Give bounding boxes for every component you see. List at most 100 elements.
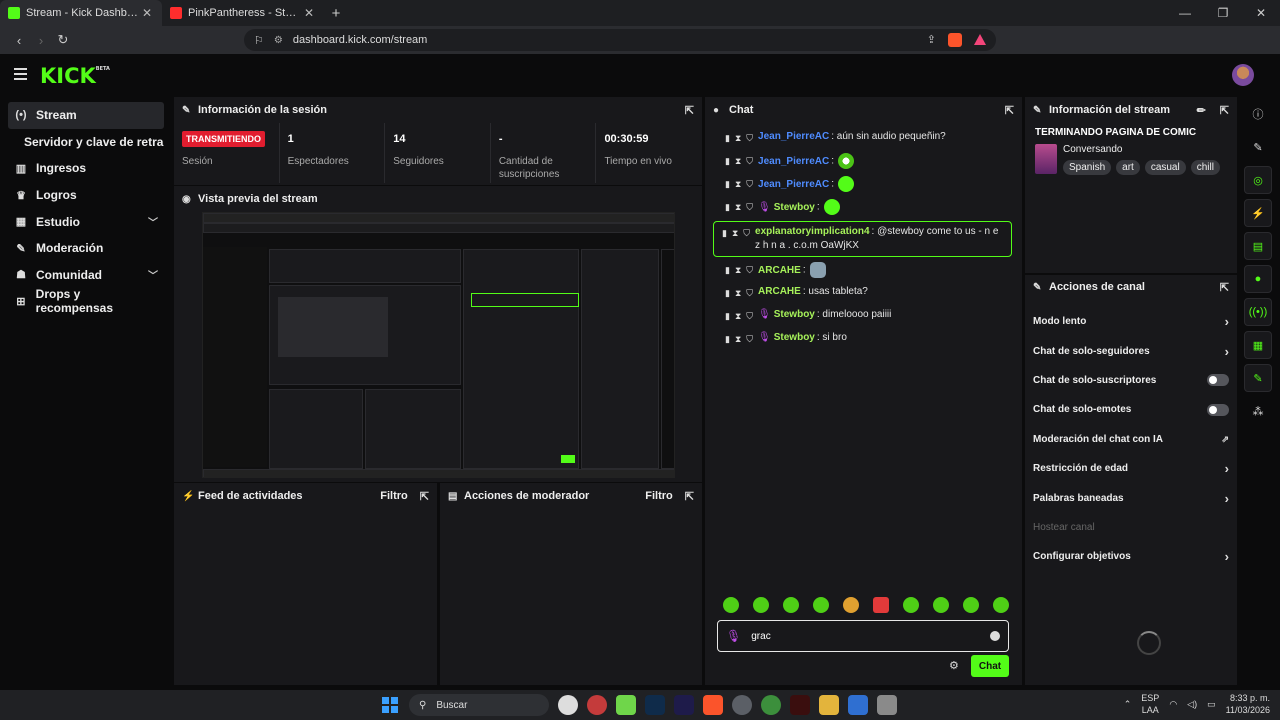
emote-icon[interactable] xyxy=(903,597,919,613)
emote-icon[interactable] xyxy=(963,597,979,613)
delete-icon[interactable]: ▮ xyxy=(725,309,730,323)
chat-username[interactable]: explanatoryimplication4 xyxy=(755,226,869,237)
chat-username[interactable]: Jean_PierreAC xyxy=(758,156,829,167)
info-icon[interactable]: ⓘ xyxy=(1244,100,1272,128)
chat-bubble-icon[interactable]: ● xyxy=(1244,265,1272,293)
broadcast-icon[interactable]: ((•)) xyxy=(1244,298,1272,326)
minimize-icon[interactable]: — xyxy=(1166,0,1204,26)
target-icon[interactable]: ◎ xyxy=(1244,166,1272,194)
bolt-icon[interactable]: ⚡ xyxy=(1244,199,1272,227)
chrome-icon[interactable] xyxy=(761,695,781,715)
subscribers-only-toggle[interactable] xyxy=(1207,374,1229,387)
sidebar-item-moderacion[interactable]: ✎ Moderación xyxy=(8,235,164,262)
chat-message[interactable]: ▮ ⧗ ⛉ Jean_PierreAC: xyxy=(705,173,1022,196)
ban-icon[interactable]: ⛉ xyxy=(746,263,753,277)
layout-icon[interactable]: ▦ xyxy=(1244,331,1272,359)
word-icon[interactable] xyxy=(848,695,868,715)
emote-icon[interactable] xyxy=(843,597,859,613)
close-window-icon[interactable]: ✕ xyxy=(1242,0,1280,26)
chat-username[interactable]: Stewboy xyxy=(774,309,815,320)
chat-input[interactable]: 🎙︎ grac xyxy=(717,620,1009,652)
popout-icon[interactable]: ⇱ xyxy=(1220,104,1229,117)
kick-logo[interactable]: KICKBETA xyxy=(40,64,110,88)
volume-icon[interactable]: ◁) xyxy=(1187,699,1197,710)
emote-icon[interactable] xyxy=(933,597,949,613)
timeout-icon[interactable]: ⧗ xyxy=(735,200,741,214)
obs-icon[interactable] xyxy=(732,695,752,715)
tab-kick-dashboard[interactable]: Stream - Kick Dashboard ✕ xyxy=(0,0,162,26)
timeout-icon[interactable]: ⧗ xyxy=(735,131,741,145)
sidebar-item-stream[interactable]: (•) Stream xyxy=(8,102,164,129)
chat-message[interactable]: ▮ ⧗ ⛉ 🎙︎ Stewboy: dimeloooo paiiii xyxy=(705,305,1022,328)
chat-message[interactable]: ▮ ⧗ ⛉ Jean_PierreAC: xyxy=(705,150,1022,173)
emote-icon[interactable] xyxy=(993,597,1009,613)
ban-icon[interactable]: ⛉ xyxy=(746,332,753,346)
sidebar-item-stream-key[interactable]: Servidor y clave de retransmisión xyxy=(8,129,164,156)
chat-username[interactable]: ARCAHE xyxy=(758,286,801,297)
back-icon[interactable]: ‹ xyxy=(8,33,30,48)
sidebar-item-logros[interactable]: ♛ Logros xyxy=(8,182,164,209)
delete-icon[interactable]: ▮ xyxy=(725,131,730,145)
sidebar-item-comunidad[interactable]: ☗ Comunidad ﹀ xyxy=(8,262,164,289)
hamburger-menu-icon[interactable] xyxy=(14,68,27,83)
delete-icon[interactable]: ▮ xyxy=(725,332,730,346)
timeout-icon[interactable]: ⧗ xyxy=(735,332,741,346)
action-age-restriction[interactable]: Restricción de edad › xyxy=(1025,454,1237,483)
sidebar-item-ingresos[interactable]: ▥ Ingresos xyxy=(8,155,164,182)
new-tab-button[interactable]: + xyxy=(324,0,348,26)
wifi-icon[interactable]: ◠ xyxy=(1169,699,1177,710)
close-tab-icon[interactable]: ✕ xyxy=(302,6,316,20)
timeout-icon[interactable]: ⧗ xyxy=(732,226,738,240)
timeout-icon[interactable]: ⧗ xyxy=(735,154,741,168)
emotes-only-toggle[interactable] xyxy=(1207,403,1229,416)
ban-icon[interactable]: ⛉ xyxy=(746,177,753,191)
ban-icon[interactable]: ⛉ xyxy=(746,286,753,300)
timeout-icon[interactable]: ⧗ xyxy=(735,286,741,300)
chat-username[interactable]: Stewboy xyxy=(774,202,815,213)
photoshop-icon[interactable] xyxy=(645,695,665,715)
sidebar-item-drops[interactable]: ⊞ Drops y recompensas xyxy=(8,287,164,315)
close-tab-icon[interactable]: ✕ xyxy=(140,6,154,20)
clock[interactable]: 8:33 p. m. 11/03/2026 xyxy=(1226,692,1270,716)
emote-icon[interactable] xyxy=(813,597,829,613)
taskbar-search[interactable]: ⚲ Buscar xyxy=(409,694,549,716)
timeout-icon[interactable]: ⧗ xyxy=(735,177,741,191)
delete-icon[interactable]: ▮ xyxy=(722,226,727,240)
connections-icon[interactable]: ⁂ xyxy=(1244,397,1272,425)
ban-icon[interactable]: ⛉ xyxy=(746,309,753,323)
chat-message[interactable]: ▮ ⧗ ⛉ ARCAHE: usas tableta? xyxy=(705,282,1022,305)
ban-icon[interactable]: ⛉ xyxy=(746,154,753,168)
delete-icon[interactable]: ▮ xyxy=(725,177,730,191)
maximize-icon[interactable]: ❐ xyxy=(1204,0,1242,26)
filter-button[interactable]: Filtro xyxy=(380,490,408,502)
url-field[interactable]: ⚐ ⚙ dashboard.kick.com/stream ⇪ xyxy=(244,29,996,51)
edit-icon[interactable]: ✎ xyxy=(1244,133,1272,161)
green-app-icon[interactable] xyxy=(616,695,636,715)
action-slow-mode[interactable]: Modo lento › xyxy=(1025,307,1237,336)
popout-icon[interactable]: ⇱ xyxy=(1220,281,1229,294)
tab-youtube[interactable]: PinkPantheress - Stateside + Zara La ✕ xyxy=(162,0,324,26)
chat-username[interactable]: Jean_PierreAC xyxy=(758,179,829,190)
send-chat-button[interactable]: Chat xyxy=(971,655,1009,677)
ban-icon[interactable]: ⛉ xyxy=(746,200,753,214)
timeout-icon[interactable]: ⧗ xyxy=(735,263,741,277)
delete-icon[interactable]: ▮ xyxy=(725,263,730,277)
emote-icon[interactable] xyxy=(753,597,769,613)
chat-settings-gear-icon[interactable]: ⚙ xyxy=(949,659,959,672)
emoji-picker-icon[interactable] xyxy=(990,631,1000,641)
popout-icon[interactable]: ⇱ xyxy=(420,490,429,503)
reload-icon[interactable]: ↻ xyxy=(52,32,74,48)
stream-preview-video[interactable] xyxy=(202,212,675,478)
file-explorer-icon[interactable] xyxy=(819,695,839,715)
illustrator-icon[interactable] xyxy=(790,695,810,715)
share-icon[interactable]: ⇪ xyxy=(927,33,936,47)
chat-message[interactable]: ▮ ⧗ ⛉ Jean_PierreAC: aún sin audio pequeñi… xyxy=(705,127,1022,150)
filter-button[interactable]: Filtro xyxy=(645,490,673,502)
action-banned-words[interactable]: Palabras baneadas › xyxy=(1025,483,1237,512)
windows-start-icon[interactable] xyxy=(382,697,398,713)
timeout-icon[interactable]: ⧗ xyxy=(735,309,741,323)
brave-shields-icon[interactable] xyxy=(948,33,962,47)
delete-icon[interactable]: ▮ xyxy=(725,286,730,300)
emote-icon[interactable] xyxy=(783,597,799,613)
chat-message-highlighted[interactable]: ▮ ⧗ ⛉ explanatoryimplication4: @stewboy co… xyxy=(713,221,1012,257)
